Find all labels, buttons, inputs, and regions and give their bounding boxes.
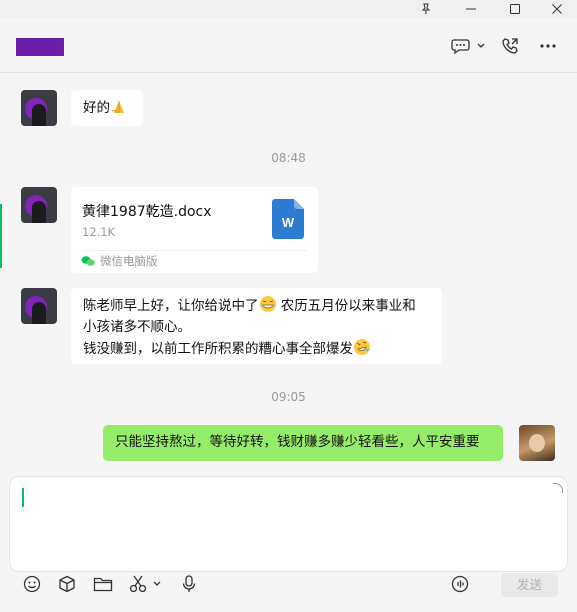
chat-bubble-icon [451,39,470,55]
wechat-icon [81,256,95,266]
message-bubble-self[interactable]: 只能坚持熬过，等待好转，钱财赚多赚少轻看些，人平安重要 [103,425,503,461]
message-line: 钱没赚到，以前工作所积累的糟心事全部爆发 [83,338,430,360]
avatar[interactable] [21,288,57,324]
divider [82,250,307,251]
file-source-text: 微信电脑版 [100,254,158,268]
composer: 发送 [0,474,577,612]
message-line: 陈老师早上好，让你给说中了 农历五月份以来事业和 [83,295,430,317]
file-source: 微信电脑版 [81,253,158,269]
timestamp: 09:05 [271,390,306,404]
maximize-icon[interactable] [495,0,535,18]
window-titlebar [0,0,577,18]
message-input[interactable] [9,476,568,572]
word-file-icon: W [272,199,304,239]
message-line: 小孩诸多不顺心。 [83,319,191,335]
screenshot-button[interactable] [128,573,166,595]
message-text: 陈老师早上好，让你给说中了 [83,298,259,314]
close-icon[interactable] [537,0,577,18]
chevron-down-icon [153,581,161,586]
more-icon[interactable] [534,32,562,60]
rolling-laugh-emoji-icon [354,339,370,355]
selection-marker [0,204,2,268]
laughing-emoji-icon [259,296,276,312]
file-size: 12.1K [82,225,116,239]
avatar[interactable] [21,187,57,223]
microphone-icon[interactable] [178,573,200,595]
file-name: 黄律1987乾造.docx [82,204,212,220]
phone-call-icon[interactable] [496,32,524,60]
file-badge: W [282,215,295,230]
minimize-icon[interactable] [451,0,491,18]
message-text: 农历五月份以来事业和 [276,298,416,314]
pin-icon[interactable] [406,0,446,18]
scissors-icon [129,575,147,593]
chat-bubble-button[interactable] [448,32,488,60]
message-bubble[interactable]: 陈老师早上好，让你给说中了 农历五月份以来事业和 小孩诸多不顺心。 钱没赚到，以… [71,288,442,364]
timestamp: 08:48 [271,151,306,165]
avatar[interactable] [21,90,57,126]
emoji-icon[interactable] [21,573,43,595]
avatar-self[interactable] [519,425,555,461]
text-caret [22,488,24,507]
cube-icon[interactable] [56,573,78,595]
folder-icon[interactable] [92,573,114,595]
message-text: 钱没赚到，以前工作所积累的糟心事全部爆发 [83,341,353,357]
send-button[interactable]: 发送 [501,573,558,597]
message-list[interactable]: 好的 08:48 黄律1987乾造.docx 12.1K 微信电脑版 W 陈老师… [0,74,577,474]
resize-handle[interactable] [553,483,563,493]
file-message-card[interactable]: 黄律1987乾造.docx 12.1K 微信电脑版 W [71,187,318,273]
message-bubble[interactable]: 好的 [71,90,143,126]
hands-emoji-icon [111,101,124,114]
chevron-down-icon [477,43,485,48]
chat-header: 曹立忻 [0,18,577,73]
chat-title: 曹立忻 [16,38,64,56]
voice-input-icon[interactable] [449,573,471,595]
message-text: 好的 [83,100,110,116]
